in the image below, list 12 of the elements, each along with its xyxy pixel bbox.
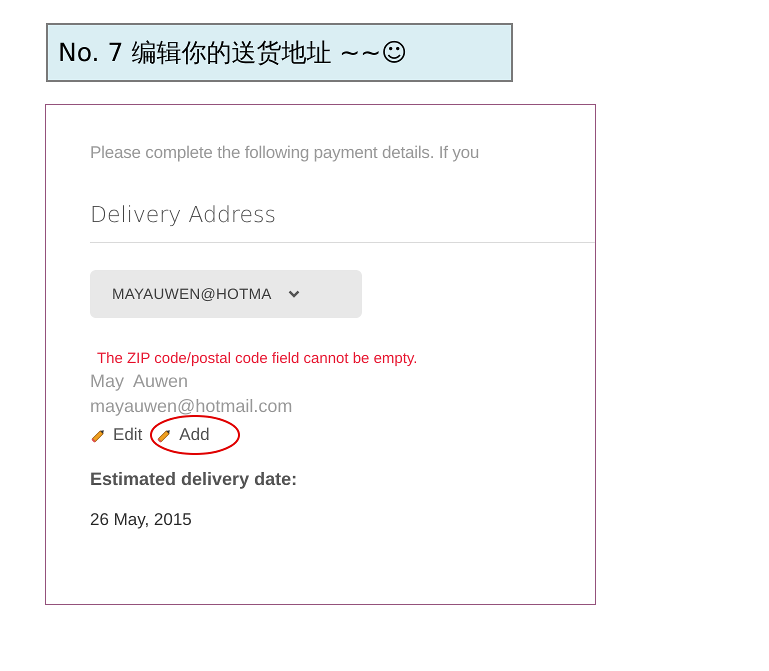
section-heading: Delivery Address xyxy=(90,203,277,228)
delivery-date-label: Estimated delivery date: xyxy=(90,469,298,490)
address-dropdown[interactable]: MAYAUWEN@HOTMA xyxy=(90,270,362,318)
action-link[interactable]: Add xyxy=(156,425,210,445)
intro-text: Please complete the following payment details. If you xyxy=(90,143,480,163)
customer-name: May Auwen xyxy=(90,371,190,392)
error-message: The ZIP code/postal code field cannot be empty. xyxy=(97,350,418,367)
delivery-date: 26 May, 2015 xyxy=(90,510,193,530)
slide-title: No. 7 编辑你的送货地址 ~~☺ xyxy=(46,23,513,82)
customer-email: mayauwen@hotmail.com xyxy=(90,396,294,417)
action-link[interactable]: Edit xyxy=(90,425,142,445)
chevron-down-icon xyxy=(288,290,300,298)
